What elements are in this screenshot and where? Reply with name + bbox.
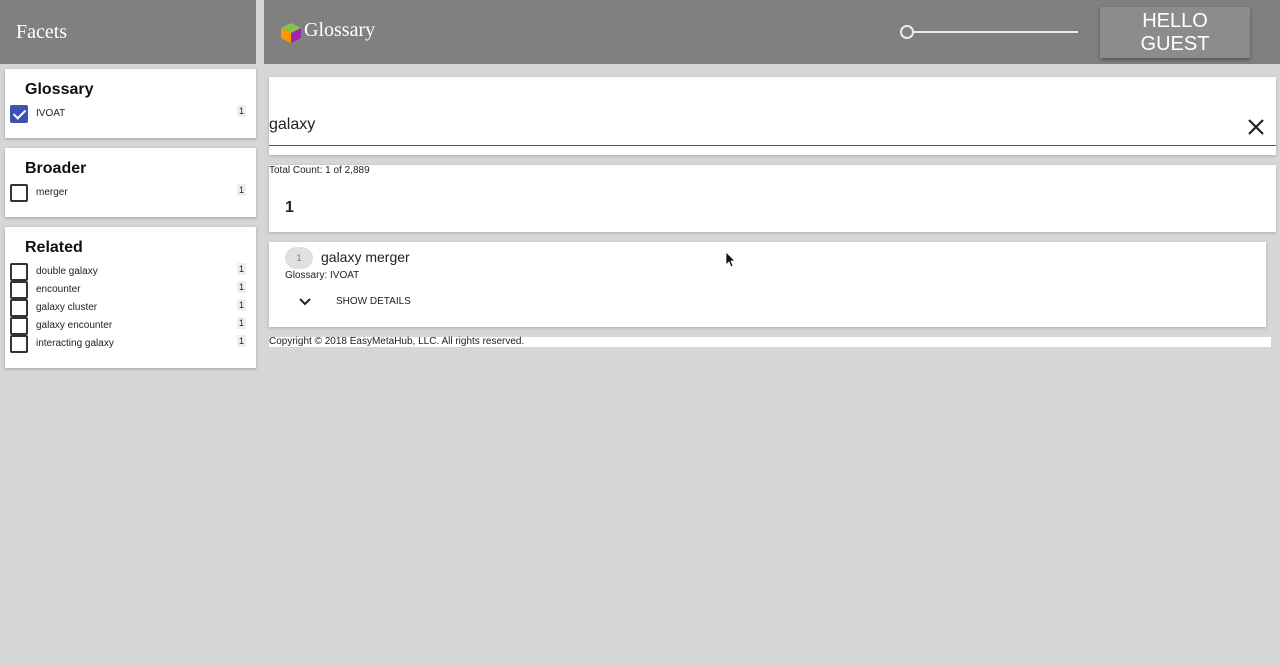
facet-item-label: interacting galaxy (36, 338, 114, 349)
facet-item-count: 1 (236, 317, 246, 329)
checkbox[interactable] (10, 263, 28, 281)
facet-title: Related (25, 239, 83, 256)
slider-thumb[interactable] (900, 25, 914, 39)
chevron-down-icon[interactable] (299, 296, 311, 308)
facet-item-label: encounter (36, 284, 81, 295)
checkbox[interactable] (10, 335, 28, 353)
cube-logo-icon (281, 23, 301, 43)
facet-item-count: 1 (236, 335, 246, 347)
show-details-toggle[interactable]: SHOW DETAILS (293, 292, 453, 312)
facet-item-label: IVOAT (36, 108, 66, 119)
zoom-slider[interactable] (900, 25, 1078, 39)
facet-related: Related double galaxy 1 encounter 1 gala… (5, 227, 256, 368)
facet-item-galaxy-cluster[interactable]: galaxy cluster 1 (10, 299, 246, 317)
result-glossary: Glossary: IVOAT (285, 270, 360, 281)
page-number[interactable]: 1 (285, 199, 294, 217)
facet-item-double-galaxy[interactable]: double galaxy 1 (10, 263, 246, 281)
facet-item-galaxy-encounter[interactable]: galaxy encounter 1 (10, 317, 246, 335)
user-menu-button[interactable]: HELLO GUEST (1100, 7, 1250, 58)
sidebar-header: Facets (0, 0, 256, 64)
facet-item-merger[interactable]: merger 1 (10, 184, 246, 202)
mouse-cursor-icon (725, 251, 736, 268)
checkbox[interactable] (10, 299, 28, 317)
show-details-label[interactable]: SHOW DETAILS (336, 296, 411, 307)
search-input[interactable] (269, 111, 1229, 139)
search-card (269, 77, 1276, 155)
facet-item-count: 1 (236, 299, 246, 311)
app-title: Glossary (304, 19, 376, 41)
facet-item-count: 1 (236, 281, 246, 293)
copyright-text: Copyright © 2018 EasyMetaHub, LLC. All r… (269, 336, 525, 347)
close-icon[interactable] (1246, 117, 1266, 137)
result-card: 1 galaxy merger Glossary: IVOAT SHOW DET… (269, 242, 1266, 327)
facet-item-label: galaxy encounter (36, 320, 113, 331)
checkbox[interactable] (10, 281, 28, 299)
facet-item-count: 1 (236, 105, 246, 117)
facet-item-count: 1 (236, 263, 246, 275)
facet-item-ivoat[interactable]: IVOAT 1 (10, 105, 246, 123)
facet-item-label: double galaxy (36, 266, 98, 277)
facet-title: Glossary (25, 81, 94, 98)
facet-broader: Broader merger 1 (5, 148, 256, 217)
checkbox-checked[interactable] (10, 105, 28, 123)
facet-item-count: 1 (236, 184, 246, 196)
facet-item-interacting-galaxy[interactable]: interacting galaxy 1 (10, 335, 246, 353)
facet-item-label: merger (36, 187, 68, 198)
facet-item-label: galaxy cluster (36, 302, 98, 313)
sidebar-title: Facets (16, 20, 68, 43)
footer: Copyright © 2018 EasyMetaHub, LLC. All r… (269, 337, 1271, 347)
result-title[interactable]: galaxy merger (321, 249, 410, 265)
checkbox[interactable] (10, 184, 28, 202)
search-underline (269, 145, 1276, 146)
pagination-card: 1 (269, 165, 1276, 232)
facet-glossary: Glossary IVOAT 1 (5, 69, 256, 138)
facet-title: Broader (25, 160, 87, 177)
facet-item-encounter[interactable]: encounter 1 (10, 281, 246, 299)
total-count: Total Count: 1 of 2,889 (269, 165, 370, 176)
rank-badge: 1 (285, 247, 313, 269)
app-header: Glossary HELLO GUEST (264, 0, 1280, 64)
checkbox[interactable] (10, 317, 28, 335)
